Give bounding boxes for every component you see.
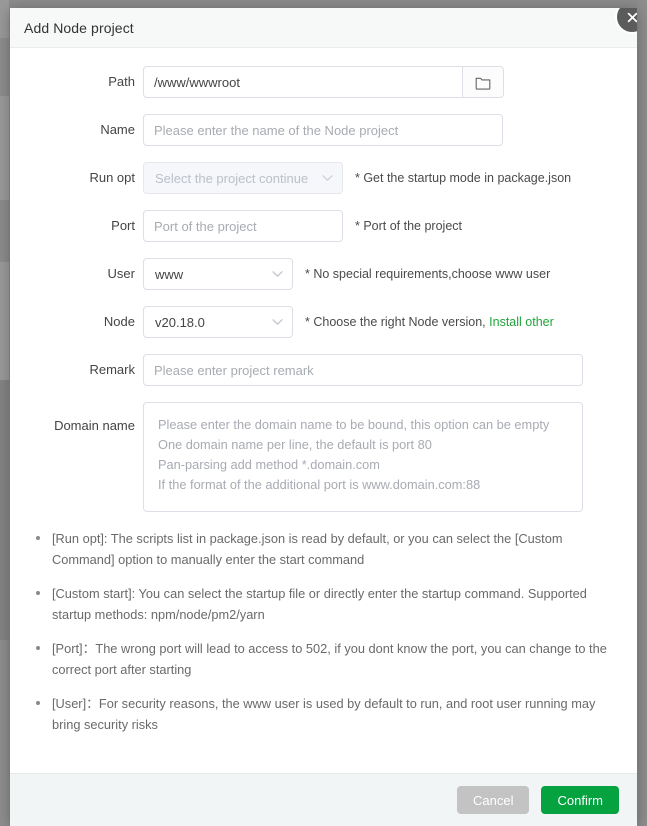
- cancel-button[interactable]: Cancel: [457, 786, 530, 814]
- port-hint: * Port of the project: [355, 219, 463, 233]
- user-label: User: [107, 266, 135, 281]
- confirm-button[interactable]: Confirm: [541, 786, 619, 814]
- backdrop-left-strip: [0, 0, 9, 826]
- run-opt-value: Select the project continue: [155, 170, 309, 186]
- chevron-down-icon: [272, 271, 283, 278]
- add-node-project-dialog: Add Node project Path Na: [10, 8, 637, 826]
- node-hint-text: * Choose the right Node version,: [305, 315, 490, 329]
- node-label: Node: [103, 314, 135, 329]
- form-row-domain-name: Domain name: [10, 402, 637, 512]
- chevron-down-icon: [322, 175, 333, 182]
- path-input[interactable]: [143, 66, 463, 98]
- port-label: Port: [111, 218, 135, 233]
- node-hint: * Choose the right Node version, Install…: [305, 306, 554, 338]
- run-opt-hint: * Get the startup mode in package.json: [355, 171, 572, 185]
- remark-input[interactable]: [143, 354, 583, 386]
- help-notes-list: [Run opt]: The scripts list in package.j…: [10, 528, 637, 735]
- form-row-name: Name: [10, 114, 637, 146]
- list-item: [Run opt]: The scripts list in package.j…: [36, 528, 613, 570]
- chevron-down-icon: [272, 319, 283, 326]
- user-select-value: www: [155, 266, 184, 282]
- dialog-body: Path Name Run opt: [10, 48, 637, 785]
- backdrop-right-strip: [637, 0, 647, 826]
- path-control: [143, 66, 504, 98]
- port-control: * Port of the project: [143, 210, 462, 242]
- form-row-run-opt: Run opt Select the project continue * Ge…: [10, 162, 637, 194]
- user-select[interactable]: www: [143, 258, 293, 290]
- form-row-path: Path: [10, 66, 637, 98]
- install-other-link[interactable]: Install other: [489, 315, 554, 329]
- node-select-value: v20.18.0: [155, 314, 205, 330]
- dialog-footer: Cancel Confirm: [10, 773, 637, 826]
- run-opt-label: Run opt: [89, 170, 135, 185]
- run-opt-control: Select the project continue * Get the st…: [143, 162, 571, 194]
- dialog-header: Add Node project: [10, 8, 637, 48]
- path-label: Path: [108, 74, 135, 89]
- run-opt-select[interactable]: Select the project continue: [143, 162, 343, 194]
- remark-control: [143, 354, 583, 386]
- list-item: [User]：For security reasons, the www use…: [36, 693, 613, 735]
- form-row-port: Port * Port of the project: [10, 210, 637, 242]
- dialog-title: Add Node project: [24, 19, 134, 36]
- name-label: Name: [100, 122, 135, 137]
- port-input[interactable]: [143, 210, 343, 242]
- node-control: v20.18.0 * Choose the right Node version…: [143, 306, 554, 338]
- domain-name-control: [143, 402, 583, 512]
- node-version-select[interactable]: v20.18.0: [143, 306, 293, 338]
- user-hint: * No special requirements,choose www use…: [305, 267, 551, 281]
- path-input-group: [143, 66, 504, 98]
- form-row-remark: Remark: [10, 354, 637, 386]
- user-control: www * No special requirements,choose www…: [143, 258, 550, 290]
- form-row-user: User www * No special requirements,choos…: [10, 258, 637, 290]
- list-item: [Custom start]: You can select the start…: [36, 583, 613, 625]
- name-input[interactable]: [143, 114, 503, 146]
- domain-name-textarea[interactable]: [143, 402, 583, 512]
- folder-icon[interactable]: [463, 66, 504, 98]
- name-control: [143, 114, 503, 146]
- remark-label: Remark: [89, 362, 135, 377]
- domain-name-label: Domain name: [54, 418, 135, 433]
- form-row-node: Node v20.18.0 * Choose the right Node ve…: [10, 306, 637, 338]
- list-item: [Port]：The wrong port will lead to acces…: [36, 638, 613, 680]
